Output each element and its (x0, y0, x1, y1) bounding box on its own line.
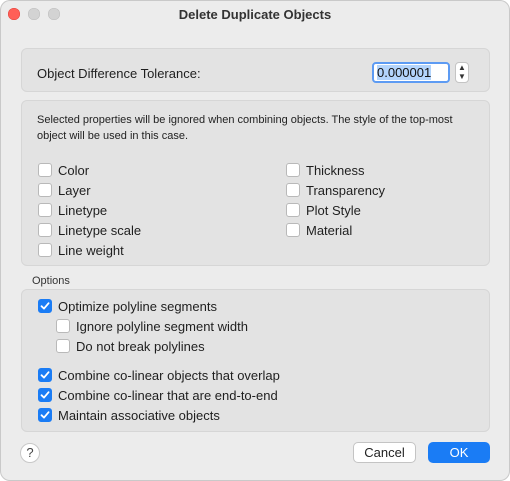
checkbox-label: Optimize polyline segments (58, 298, 217, 314)
checkbox-layer[interactable]: Layer (38, 182, 91, 198)
cancel-button[interactable]: Cancel (353, 442, 416, 463)
checkbox-box[interactable] (56, 319, 70, 333)
tolerance-stepper[interactable]: ▲ ▼ (455, 62, 469, 83)
checkbox-box[interactable] (38, 388, 52, 402)
checkbox-box[interactable] (38, 368, 52, 382)
checkbox-transparency[interactable]: Transparency (286, 182, 385, 198)
checkbox-label: Plot Style (306, 202, 361, 218)
checkbox-label: Linetype (58, 202, 108, 218)
checkbox-thickness[interactable]: Thickness (286, 162, 365, 178)
checkbox-label: Combine co-linear that are end-to-end (58, 387, 278, 403)
checkbox-linetype[interactable]: Linetype (38, 202, 107, 218)
checkbox-label: Combine co-linear objects that overlap (58, 367, 280, 383)
tolerance-value: 0.000001 (377, 65, 432, 80)
checkbox-box[interactable] (286, 223, 300, 237)
stepper-up-icon[interactable]: ▲ (456, 63, 468, 72)
checkbox-label: Material (306, 222, 353, 238)
checkbox-plot-style[interactable]: Plot Style (286, 202, 361, 218)
checkbox-do-not-break-polylines[interactable]: Do not break polylines (56, 338, 205, 354)
checkbox-label: Ignore polyline segment width (76, 318, 248, 334)
checkbox-box[interactable] (286, 163, 300, 177)
options-heading: Options (32, 275, 70, 287)
checkbox-box[interactable] (286, 183, 300, 197)
checkbox-box[interactable] (38, 163, 52, 177)
checkbox-box[interactable] (56, 339, 70, 353)
checkmark-icon (40, 411, 50, 419)
checkbox-label: Thickness (306, 162, 365, 178)
checkbox-material[interactable]: Material (286, 222, 352, 238)
help-button[interactable]: ? (20, 443, 40, 463)
checkbox-maintain-associative[interactable]: Maintain associative objects (38, 407, 220, 423)
checkbox-combine-overlap[interactable]: Combine co-linear objects that overlap (38, 367, 280, 383)
checkbox-label: Layer (58, 182, 91, 198)
checkbox-color[interactable]: Color (38, 162, 89, 178)
stepper-down-icon[interactable]: ▼ (456, 72, 468, 81)
checkbox-box[interactable] (38, 183, 52, 197)
checkbox-label: Transparency (306, 182, 385, 198)
dialog-window: Delete Duplicate Objects Object Differen… (0, 0, 510, 481)
tolerance-label: Object Difference Tolerance: (37, 66, 201, 81)
ok-button[interactable]: OK (428, 442, 490, 463)
checkbox-line-weight[interactable]: Line weight (38, 242, 124, 258)
window-title: Delete Duplicate Objects (178, 7, 332, 22)
checkbox-box[interactable] (38, 203, 52, 217)
checkbox-box[interactable] (38, 223, 52, 237)
checkbox-optimize-polyline[interactable]: Optimize polyline segments (38, 298, 217, 314)
checkbox-box[interactable] (38, 408, 52, 422)
title-bar: Delete Duplicate Objects (0, 0, 510, 29)
checkmark-icon (40, 302, 50, 310)
checkbox-label: Maintain associative objects (58, 407, 220, 423)
checkbox-label: Linetype scale (58, 222, 142, 238)
tolerance-input[interactable]: 0.000001 (372, 62, 450, 83)
checkbox-box[interactable] (38, 243, 52, 257)
checkbox-label: Do not break polylines (76, 338, 205, 354)
checkmark-icon (40, 371, 50, 379)
checkmark-icon (40, 391, 50, 399)
checkbox-label: Line weight (58, 242, 124, 258)
checkbox-combine-end-to-end[interactable]: Combine co-linear that are end-to-end (38, 387, 278, 403)
checkbox-linetype-scale[interactable]: Linetype scale (38, 222, 141, 238)
checkbox-box[interactable] (38, 299, 52, 313)
checkbox-box[interactable] (286, 203, 300, 217)
checkbox-label: Color (58, 162, 90, 178)
checkbox-ignore-segment-width[interactable]: Ignore polyline segment width (56, 318, 248, 334)
properties-description: Selected properties will be ignored when… (37, 114, 453, 142)
